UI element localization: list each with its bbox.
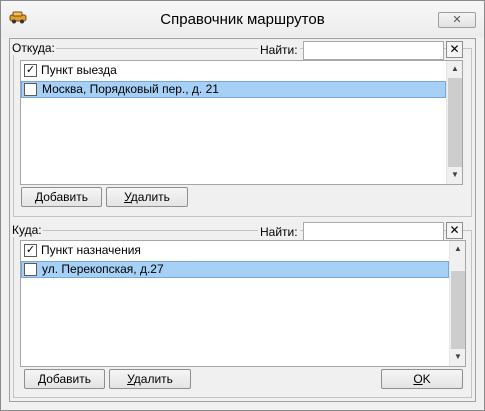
to-item-checkbox[interactable] <box>24 263 37 276</box>
to-header-checkbox[interactable]: ✓ <box>24 244 37 257</box>
title-bar[interactable]: Справочник маршрутов ✕ <box>1 1 484 37</box>
mnemonic: У <box>127 372 134 386</box>
route-directory-window: Справочник маршрутов ✕ Откуда: Найти: ✕ … <box>0 0 485 411</box>
label-rest: далить <box>133 372 173 386</box>
close-button[interactable]: ✕ <box>438 12 476 28</box>
to-item-label: ул. Перекопская, д.27 <box>42 262 164 276</box>
window-title: Справочник маршрутов <box>160 11 325 28</box>
to-list[interactable]: ✓ Пункт назначения ул. Перекопская, д.27… <box>20 240 466 367</box>
scroll-up-icon[interactable]: ▲ <box>447 61 462 77</box>
from-list[interactable]: ✓ Пункт выезда Москва, Порядковый пер., … <box>20 60 463 185</box>
scroll-down-icon[interactable]: ▼ <box>450 349 465 365</box>
to-list-header[interactable]: ✓ Пункт назначения <box>21 242 449 259</box>
dialog-body: Откуда: Найти: ✕ ✓ Пункт выезда Москва, … <box>9 38 476 402</box>
from-find-label: Найти: <box>258 43 300 57</box>
from-clear-search-button[interactable]: ✕ <box>446 41 463 58</box>
from-list-header[interactable]: ✓ Пункт выезда <box>21 62 445 79</box>
to-delete-button[interactable]: Удалить <box>109 369 191 389</box>
label-rest: далить <box>130 190 170 204</box>
from-item-checkbox[interactable] <box>24 83 37 96</box>
from-item-label: Москва, Порядковый пер., д. 21 <box>42 82 219 96</box>
to-find-label: Найти: <box>258 225 300 239</box>
from-group-label: Откуда: <box>11 41 56 55</box>
from-add-button[interactable]: Добавить <box>21 187 102 207</box>
to-add-button[interactable]: Добавить <box>24 369 105 389</box>
from-list-scrollbar[interactable]: ▲ ▼ <box>446 61 462 184</box>
from-header-checkbox[interactable]: ✓ <box>24 64 37 77</box>
to-list-scrollbar[interactable]: ▲ ▼ <box>449 241 465 366</box>
from-delete-button[interactable]: Удалить <box>106 187 188 207</box>
mnemonic: У <box>124 190 131 204</box>
to-group-label: Куда: <box>11 223 43 237</box>
label-rest: обавить <box>43 190 89 204</box>
to-header-label: Пункт назначения <box>41 243 141 257</box>
label-rest: K <box>422 372 431 386</box>
list-item[interactable]: ул. Перекопская, д.27 <box>21 261 449 278</box>
from-scroll-thumb[interactable] <box>448 78 462 167</box>
to-clear-search-button[interactable]: ✕ <box>446 222 463 239</box>
from-search-input[interactable] <box>303 41 444 60</box>
scroll-down-icon[interactable]: ▼ <box>447 167 462 183</box>
to-search-input[interactable] <box>303 222 444 241</box>
to-scroll-thumb[interactable] <box>451 271 465 349</box>
close-icon: ✕ <box>452 14 462 26</box>
mnemonic: Д <box>34 190 44 204</box>
ok-button[interactable]: OK <box>381 369 463 389</box>
label-rest: обавить <box>46 372 92 386</box>
mnemonic: O <box>413 372 423 386</box>
scroll-up-icon[interactable]: ▲ <box>450 241 465 257</box>
list-item[interactable]: Москва, Порядковый пер., д. 21 <box>21 81 446 98</box>
from-header-label: Пункт выезда <box>41 63 117 77</box>
mnemonic: Д <box>37 372 47 386</box>
close-icon: ✕ <box>449 223 460 237</box>
close-icon: ✕ <box>449 42 460 56</box>
